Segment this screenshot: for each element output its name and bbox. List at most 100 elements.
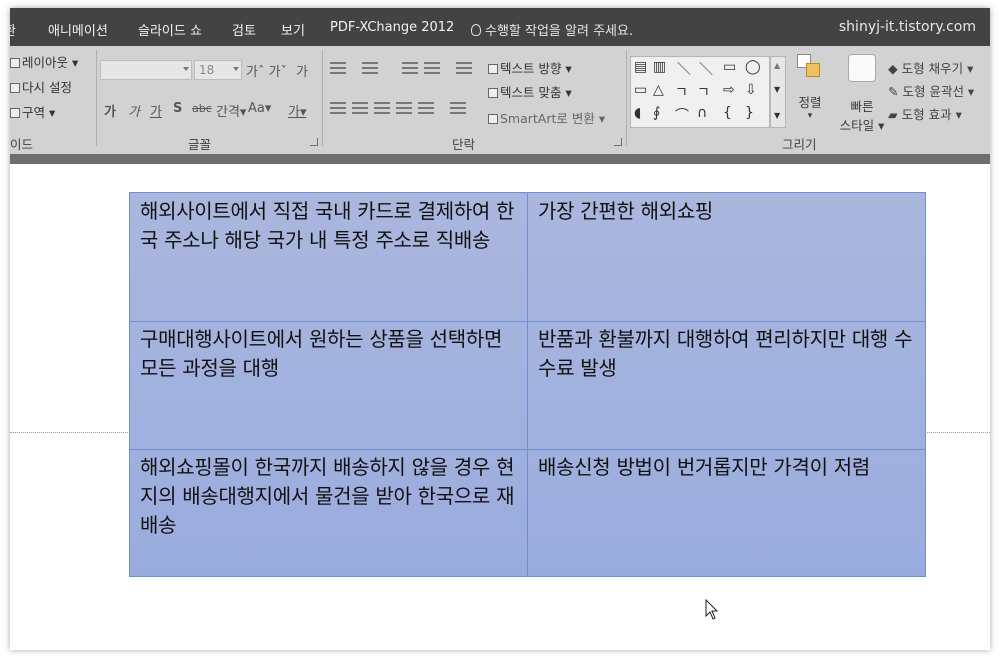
cell-text: 반품과 환불까지 대행하여 편리하지만 대행 수수료 발생 [538,327,913,380]
grow-font-button[interactable]: 가ˆ 가ˇ [246,61,287,80]
text-direction-icon [488,64,498,74]
arrow-line-shape-icon[interactable]: ＼ [699,59,713,79]
slides-group-label: 이드 [10,137,34,152]
shape-fill-button[interactable]: ◆ 도형 채우기 ▾ [888,58,973,77]
paragraph-group-label: 단락 [452,137,476,152]
down-arrow-shape-icon[interactable]: ⇩ [745,82,757,98]
italic-button[interactable]: 가 [128,101,140,120]
clear-format-button[interactable]: 가 [296,61,308,80]
tell-me-text: 수행할 작업을 알려 주세요. [485,24,634,39]
scroll-down-icon[interactable]: ▼ [774,85,780,94]
paragraph-dialog-launcher-icon[interactable] [614,138,622,146]
tell-me-box[interactable]: 수행할 작업을 알려 주세요. [471,20,633,39]
lightbulb-icon [471,24,481,36]
rounded-rect-shape-icon[interactable]: ▭ [634,82,647,98]
chevron-down-icon [233,67,239,71]
section-button[interactable]: 구역 ▾ [10,102,55,121]
shapes-gallery[interactable]: ▤ ▥ ＼ ＼ ▭ ◯ ▭ △ ㄱ ㄱ ⇨ ⇩ ◖ ∮ ⌒ ∩ { } [630,56,770,128]
numbering-icon[interactable] [362,62,378,74]
font-size-combo[interactable]: 18 [194,60,242,80]
reset-icon [10,83,20,93]
scribble-shape-icon[interactable]: ∮ [653,105,660,121]
align-center-icon[interactable] [352,102,368,114]
group-separator [626,50,627,146]
layout-button[interactable]: 레이아웃 ▾ [10,52,78,71]
font-color-button[interactable]: 가▾ [288,101,307,120]
font-dialog-launcher-icon[interactable] [310,138,318,146]
increase-indent-icon[interactable] [424,62,440,74]
shadow-button[interactable]: S [173,101,182,116]
table-cell[interactable]: 구매대행사이트에서 원하는 상품을 선택하면 모든 과정을 대행 [130,321,527,449]
curve-shape-icon[interactable]: ∩ [697,105,707,121]
layout-icon [10,58,20,68]
table-cell[interactable]: 배송신청 방법이 번거롭지만 가격이 저렴 [528,449,926,577]
freeform-shape-icon[interactable]: ◖ [634,105,641,121]
smartart-button[interactable]: SmartArt로 변환 ▾ [488,108,605,127]
arc-shape-icon[interactable]: ⌒ [675,105,689,125]
smartart-icon [488,114,498,124]
table-cell[interactable]: 해외쇼핑몰이 한국까지 배송하지 않을 경우 현지의 배송대행지에서 물건을 받… [130,449,527,577]
table-cell[interactable]: 해외사이트에서 직접 국내 카드로 결제하여 한국 주소나 해당 국가 내 특정… [130,193,527,321]
tab-transitions[interactable]: 환 [10,20,16,39]
arrange-button[interactable]: 정렬 ▾ [790,54,830,121]
elbow-arrow-shape-icon[interactable]: ㄱ [697,82,710,102]
right-brace-shape-icon[interactable]: } [745,105,754,121]
section-icon [10,108,20,118]
watermark: shinyj-it.tistory.com [838,19,976,35]
oval-shape-icon[interactable]: ◯ [745,59,761,75]
group-separator [322,50,323,146]
triangle-shape-icon[interactable]: △ [653,82,664,98]
align-text-button[interactable]: 텍스트 맞춤 ▾ [488,82,572,101]
line-shape-icon[interactable]: ＼ [677,59,691,79]
right-arrow-shape-icon[interactable]: ⇨ [723,82,735,98]
shape-outline-button[interactable]: ✎ 도형 윤곽선 ▾ [888,81,974,100]
table-cell[interactable]: 반품과 환불까지 대행하여 편리하지만 대행 수수료 발생 [528,321,926,449]
effects-icon: ▰ [888,107,898,122]
textbox-shape-icon[interactable]: ▤ [634,59,647,75]
bullets-icon[interactable] [330,62,346,74]
table-cell[interactable]: 가장 간편한 해외쇼핑 [528,193,926,321]
align-text-icon [488,88,498,98]
arrange-icon [797,54,823,80]
justify-icon[interactable] [396,102,412,114]
align-right-icon[interactable] [374,102,390,114]
bold-button[interactable]: 가 [104,101,116,120]
tab-slideshow[interactable]: 슬라이드 쇼 [138,20,202,39]
mouse-pointer-icon [705,599,719,620]
shape-effects-button[interactable]: ▰ 도형 효과 ▾ [888,104,962,123]
paint-bucket-icon: ◆ [888,61,898,76]
vertical-textbox-shape-icon[interactable]: ▥ [653,59,666,75]
drawing-group-label: 그리기 [782,137,817,152]
columns-icon[interactable] [418,102,434,114]
tab-view[interactable]: 보기 [281,20,305,39]
decrease-indent-icon[interactable] [402,62,418,74]
align-left-icon[interactable] [330,102,346,114]
cell-text: 배송신청 방법이 번거롭지만 가격이 저렴 [538,455,870,479]
change-case-button[interactable]: Aa▾ [248,101,271,116]
slide-area-border [10,154,990,164]
reset-button[interactable]: 다시 설정 [10,77,72,96]
tab-pdf-xchange[interactable]: PDF-XChange 2012 [330,20,454,35]
paragraph-options-icon[interactable] [450,102,466,114]
text-direction-button[interactable]: 텍스트 방향 ▾ [488,58,572,77]
cell-text: 해외쇼핑몰이 한국까지 배송하지 않을 경우 현지의 배송대행지에서 물건을 받… [140,455,515,537]
strikethrough-button[interactable]: abc [192,102,212,115]
tab-animations[interactable]: 애니메이션 [48,20,108,39]
scroll-up-icon[interactable]: ▲ [774,61,780,70]
quick-styles-icon [848,54,876,82]
connector-shape-icon[interactable]: ㄱ [675,82,688,102]
font-name-combo[interactable] [100,60,192,80]
rectangle-shape-icon[interactable]: ▭ [723,59,736,75]
more-shapes-icon[interactable]: ▼ [774,111,780,120]
font-group-label: 글꼴 [188,137,212,152]
underline-button[interactable]: 가 [150,101,162,120]
spacing-button[interactable]: 간격▾ [216,101,246,120]
quick-styles-button[interactable]: 빠른 스타일 ▾ [836,54,888,134]
left-brace-shape-icon[interactable]: { [723,105,732,121]
chevron-down-icon [183,67,189,71]
ribbon: 레이아웃 ▾ 다시 설정 구역 ▾ 이드 18 가ˆ 가ˇ 가 가 가 가 S … [10,46,990,154]
tab-review[interactable]: 검토 [232,20,256,39]
comparison-table[interactable]: 해외사이트에서 직접 국내 카드로 결제하여 한국 주소나 해당 국가 내 특정… [129,192,926,577]
shapes-gallery-scroll[interactable]: ▲ ▼ ▼ [770,56,786,128]
line-spacing-icon[interactable] [456,62,472,74]
